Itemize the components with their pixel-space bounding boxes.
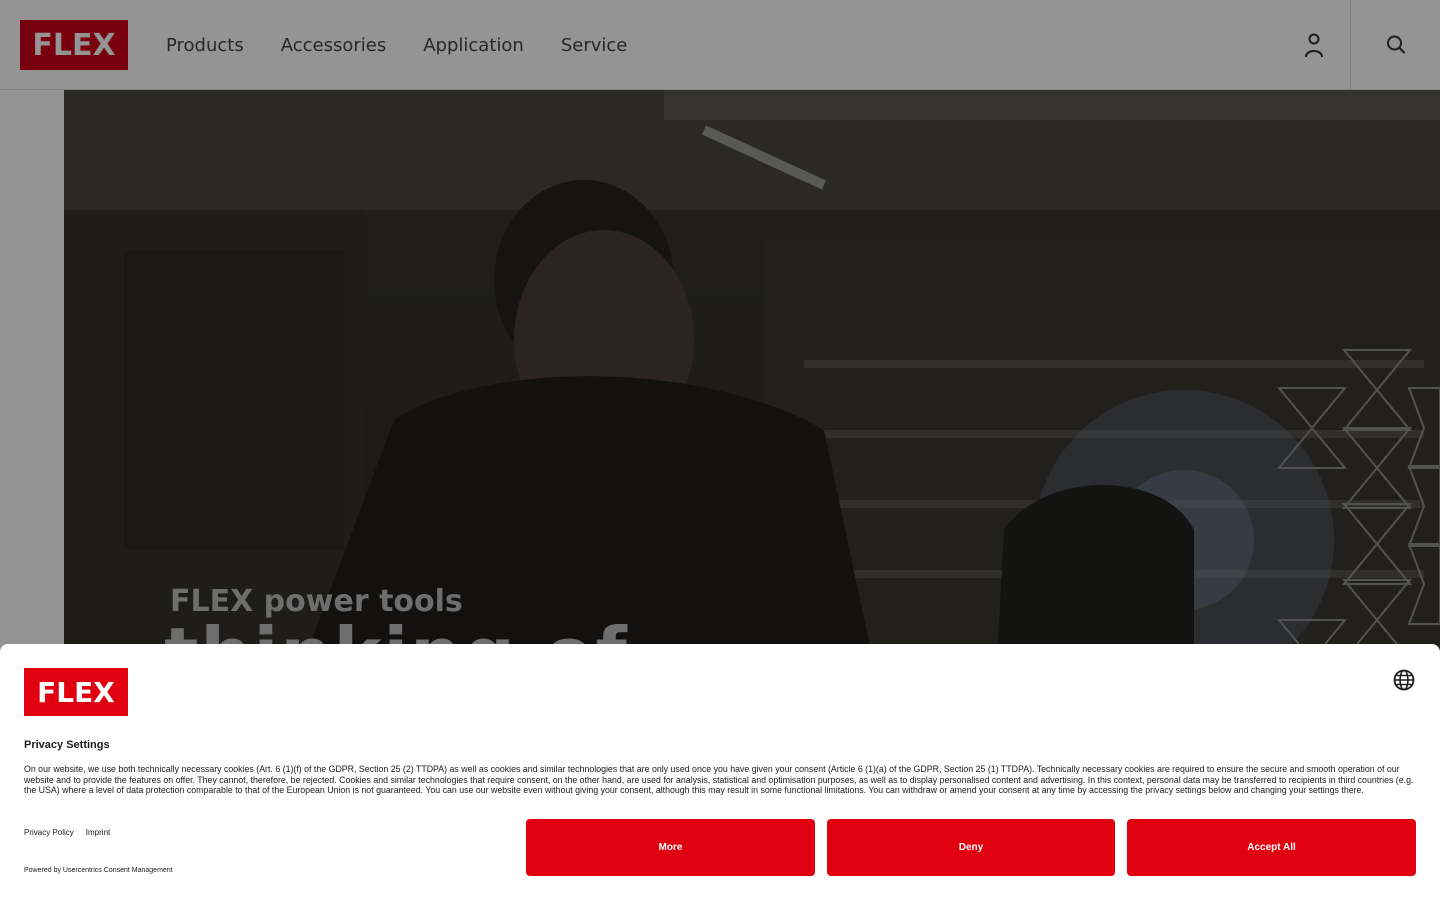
imprint-link[interactable]: Imprint (86, 828, 110, 837)
cookie-consent-banner: FLEX Privacy Settings On our website, we… (0, 644, 1440, 900)
consent-body: On our website, we use both technically … (24, 764, 1414, 796)
consent-logo: FLEX (24, 668, 128, 716)
accept-all-button[interactable]: Accept All (1127, 819, 1416, 876)
more-button[interactable]: More (526, 819, 815, 876)
consent-logo-text: FLEX (37, 675, 115, 709)
globe-icon[interactable] (1393, 669, 1415, 691)
privacy-policy-link[interactable]: Privacy Policy (24, 828, 74, 837)
deny-button[interactable]: Deny (827, 819, 1115, 876)
consent-links: Privacy Policy Imprint (24, 828, 122, 837)
powered-by-text: Powered by Usercentrics Consent Manageme… (24, 867, 173, 874)
consent-title: Privacy Settings (24, 739, 110, 751)
